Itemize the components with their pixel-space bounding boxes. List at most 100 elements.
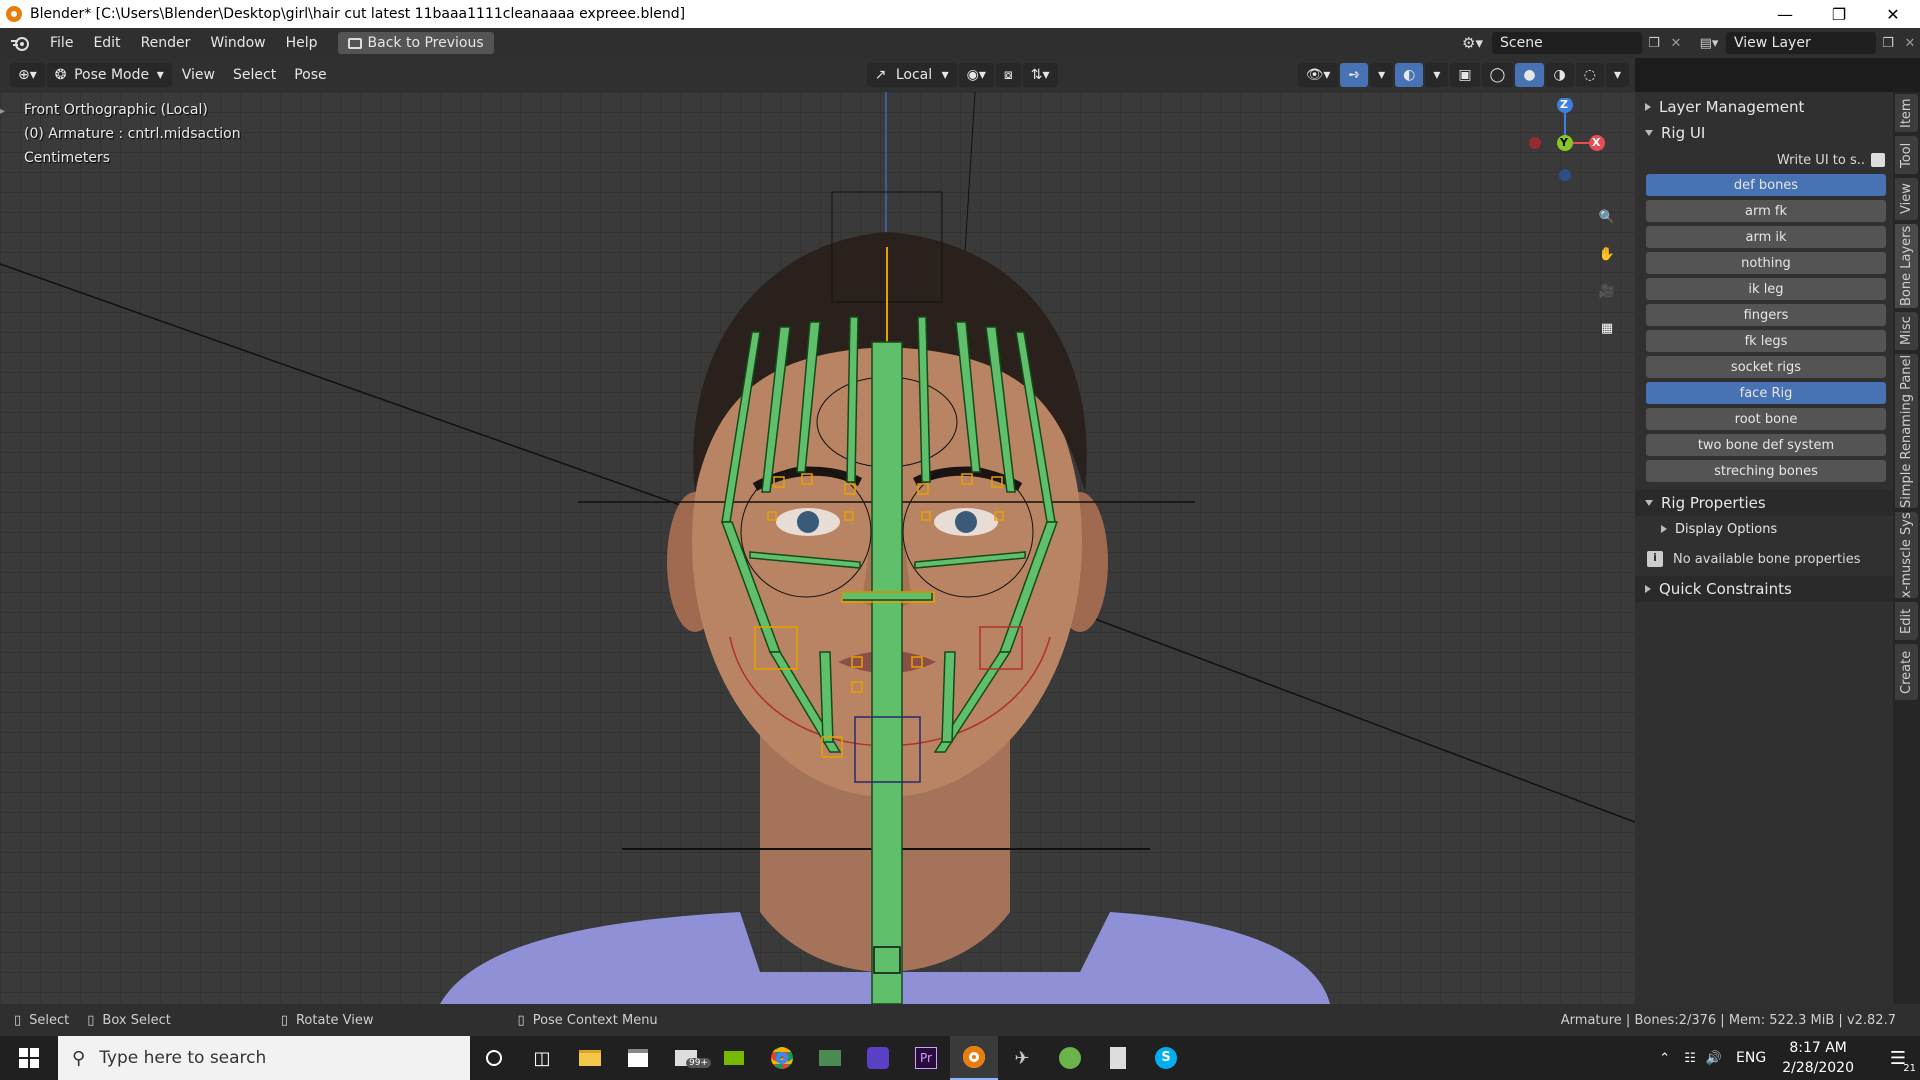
back-to-previous-button[interactable]: Back to Previous — [337, 32, 494, 54]
tab-view[interactable]: View — [1895, 178, 1918, 220]
menu-render[interactable]: Render — [131, 35, 201, 51]
rig-ui-header[interactable]: Rig UI — [1635, 120, 1893, 146]
purple-app-icon[interactable] — [854, 1036, 902, 1080]
rig-layer-button[interactable]: two bone def system — [1646, 434, 1886, 456]
restore-button[interactable]: ❐ — [1812, 0, 1866, 28]
tab-create[interactable]: Create — [1895, 644, 1918, 700]
tab-tool[interactable]: Tool — [1895, 136, 1918, 174]
rig-layer-button[interactable]: face Rig — [1646, 382, 1886, 404]
rig-layer-button[interactable]: socket rigs — [1646, 356, 1886, 378]
delete-view-layer-icon[interactable]: ✕ — [1900, 36, 1920, 51]
language-indicator[interactable]: ENG — [1736, 1050, 1766, 1066]
photos-icon[interactable] — [806, 1036, 854, 1080]
store-icon[interactable] — [614, 1036, 662, 1080]
pivot-point-icon[interactable]: ◉▾ — [958, 63, 994, 87]
rig-layer-button[interactable]: arm ik — [1646, 226, 1886, 248]
navigation-gizmo[interactable]: Z Y X — [1520, 98, 1610, 188]
scene-name-field[interactable]: Scene — [1492, 32, 1642, 54]
task-view-icon[interactable]: ◫ — [518, 1036, 566, 1080]
rig-layer-button[interactable]: nothing — [1646, 252, 1886, 274]
mail-icon[interactable]: 99+ — [662, 1036, 711, 1080]
layer-management-header[interactable]: Layer Management — [1635, 94, 1893, 120]
overlay-toggle-icon[interactable]: ◐ — [1395, 63, 1424, 87]
tab-x-muscle-sys[interactable]: x-muscle Sys — [1895, 512, 1918, 598]
nvidia-icon[interactable] — [710, 1036, 758, 1080]
menu-pose[interactable]: Pose — [286, 63, 334, 87]
chrome-icon[interactable] — [758, 1036, 806, 1080]
blender-menu-icon[interactable] — [0, 35, 40, 51]
visibility-icon[interactable]: 👁▾ — [1297, 63, 1339, 87]
rig-layer-button[interactable]: fingers — [1646, 304, 1886, 326]
notification-center-icon[interactable]: ☰ 21 — [1876, 1036, 1920, 1080]
gizmo-toggle-icon[interactable]: ➺ — [1340, 63, 1369, 87]
menu-view[interactable]: View — [174, 63, 223, 87]
volume-icon[interactable]: 🔊 — [1706, 1051, 1722, 1066]
shading-wireframe-icon[interactable]: ◯ — [1481, 63, 1514, 87]
network-icon[interactable]: ☷ — [1684, 1051, 1696, 1066]
scene-selector-icon[interactable]: ⚙▾ — [1462, 34, 1492, 52]
shading-solid-icon[interactable]: ● — [1515, 63, 1544, 87]
view-layer-field[interactable]: View Layer — [1726, 32, 1876, 54]
menu-window[interactable]: Window — [200, 35, 275, 51]
xbox-icon[interactable] — [1046, 1036, 1094, 1080]
toolbar-expand-icon[interactable]: ▸ — [0, 106, 8, 122]
tab-misc[interactable]: Misc — [1895, 312, 1918, 350]
tab-bone-layers[interactable]: Bone Layers — [1895, 224, 1918, 308]
rig-layer-button[interactable]: streching bones — [1646, 460, 1886, 482]
close-window-button[interactable]: ✕ — [1866, 0, 1920, 28]
display-options-header[interactable]: Display Options — [1635, 516, 1893, 542]
camera-icon[interactable]: 🎥 — [1591, 275, 1623, 307]
skype-icon[interactable]: S — [1142, 1036, 1190, 1080]
quick-constraints-header[interactable]: Quick Constraints — [1635, 576, 1893, 602]
file-explorer-icon[interactable] — [566, 1036, 614, 1080]
zoom-icon[interactable]: 🔍 — [1591, 201, 1623, 233]
new-view-layer-icon[interactable]: ❐ — [1876, 36, 1900, 51]
properties-sidebar: Layer Management Rig UI Write UI to s.. … — [1635, 92, 1893, 1004]
checkbox-icon[interactable] — [1871, 153, 1885, 167]
ortho-grid-icon[interactable]: ▦ — [1591, 312, 1623, 344]
delete-scene-icon[interactable]: ✕ — [1666, 36, 1686, 51]
rig-layer-button[interactable]: fk legs — [1646, 330, 1886, 352]
minimize-button[interactable]: — — [1758, 0, 1812, 28]
taskbar-search-box[interactable]: ⚲ Type here to search — [58, 1036, 470, 1080]
menu-file[interactable]: File — [40, 35, 83, 51]
3d-viewport[interactable]: Front Orthographic (Local) (0) Armature … — [0, 92, 1635, 1004]
tab-simple-renaming-panel[interactable]: Simple Renaming Panel — [1895, 354, 1918, 508]
mouse-right-icon: ▯ — [517, 1012, 525, 1028]
mode-selector[interactable]: ❂ Pose Mode ▾ — [46, 63, 172, 87]
tray-chevron-icon[interactable]: ⌃ — [1659, 1051, 1670, 1066]
collapse-icon — [1645, 130, 1653, 136]
blender-taskbar-icon[interactable] — [950, 1036, 998, 1080]
menu-help[interactable]: Help — [276, 35, 328, 51]
rig-layer-button[interactable]: def bones — [1646, 174, 1886, 196]
overlay-options-icon[interactable]: ▾ — [1425, 63, 1449, 87]
gizmo-options-icon[interactable]: ▾ — [1370, 63, 1394, 87]
tab-item[interactable]: Item — [1895, 94, 1918, 132]
shading-material-icon[interactable]: ◑ — [1545, 63, 1574, 87]
rig-layer-button[interactable]: root bone — [1646, 408, 1886, 430]
pan-hand-icon[interactable]: ✋ — [1591, 238, 1623, 270]
rig-properties-header[interactable]: Rig Properties — [1635, 490, 1893, 516]
cortana-icon[interactable] — [470, 1036, 518, 1080]
editor-type-icon[interactable]: ⊕▾ — [10, 63, 45, 87]
menu-select[interactable]: Select — [225, 63, 284, 87]
write-ui-row[interactable]: Write UI to s.. — [1635, 146, 1893, 174]
shading-options-icon[interactable]: ▾ — [1605, 63, 1629, 87]
new-scene-icon[interactable]: ❐ — [1642, 36, 1666, 51]
game-app-icon[interactable]: ✈ — [998, 1036, 1046, 1080]
rig-layer-button[interactable]: arm fk — [1646, 200, 1886, 222]
snap-icon[interactable]: ⧇ — [995, 63, 1021, 87]
tab-edit[interactable]: Edit — [1895, 602, 1918, 640]
transform-orientation-selector[interactable]: ↗ Local ▾ — [866, 63, 957, 87]
rig-layer-button[interactable]: ik leg — [1646, 278, 1886, 300]
premiere-icon[interactable]: Pr — [902, 1036, 950, 1080]
view-layer-icon[interactable]: ▤▾ — [1692, 36, 1726, 51]
taskbar-clock[interactable]: 8:17 AM 2/28/2020 — [1782, 1038, 1854, 1078]
proportional-editing-icon[interactable]: ⇅▾ — [1022, 63, 1058, 87]
menu-edit[interactable]: Edit — [83, 35, 130, 51]
shading-rendered-icon[interactable]: ◌ — [1575, 63, 1604, 87]
gizmo-x-label: X — [1592, 136, 1601, 149]
xray-toggle-icon[interactable]: ▣ — [1450, 63, 1480, 87]
windows-start-icon[interactable] — [0, 1036, 58, 1080]
calculator-icon[interactable] — [1094, 1036, 1142, 1080]
